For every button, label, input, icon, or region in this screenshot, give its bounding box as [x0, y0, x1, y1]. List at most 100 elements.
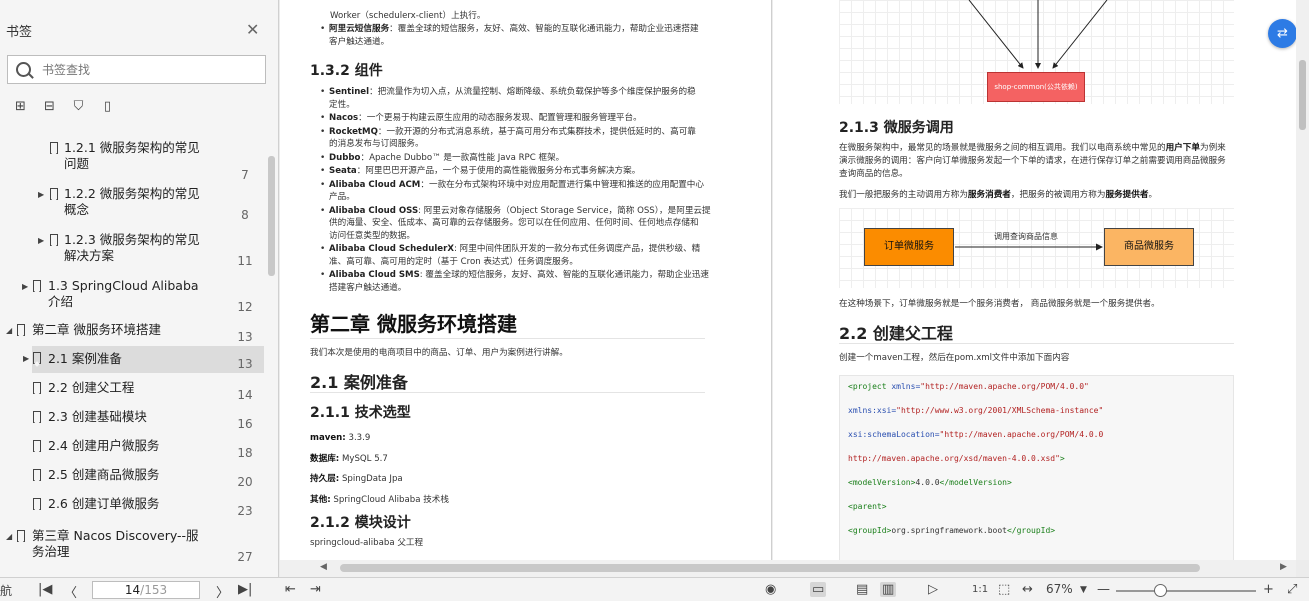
scrollbar-thumb[interactable] [1299, 60, 1306, 130]
bookmark-icon [33, 352, 41, 364]
bookmark-page: 13 [237, 357, 253, 371]
subsection-heading: 2.1.3 微服务调用 [839, 120, 954, 136]
bookmark-icon[interactable]: ▯ [99, 98, 116, 115]
tech-list: maven: 3.3.9 数据库: MySQL 5.7 持久层: SpingDa… [310, 428, 449, 510]
expand-all-icon[interactable]: ⊞ [12, 98, 29, 115]
actual-size-icon[interactable]: 1:1 [972, 584, 988, 595]
expand-arrow-icon[interactable]: ▶ [38, 190, 44, 199]
page-number-input[interactable]: 14/153 [92, 581, 200, 599]
bookmark-item-selected[interactable]: ▶ 2.1 案例准备 13 [23, 346, 264, 373]
play-icon[interactable]: ▷ [928, 582, 938, 597]
bookmark-item[interactable]: 2.4 创建用户微服务 18 [0, 438, 264, 462]
close-icon[interactable]: ✕ [246, 20, 259, 39]
list-item: Alibaba Cloud OSS: 阿里云对象存储服务（Object Stor… [320, 205, 750, 243]
bookmark-icon [17, 324, 25, 336]
collapse-all-icon[interactable]: ⊟ [41, 98, 58, 115]
scroll-left-icon[interactable]: ◀ [320, 562, 327, 572]
scrollbar-thumb[interactable] [340, 564, 1200, 572]
bookmark-page: 16 [237, 417, 253, 431]
fit-page-icon[interactable]: ⬚ [998, 582, 1010, 597]
back-icon[interactable]: ⇤ [285, 582, 296, 597]
bookmark-item[interactable]: 2.6 创建订单微服务 23 [0, 496, 264, 520]
bookmark-item[interactable]: 2.5 创建商品微服务 20 [0, 467, 264, 491]
status-toolbar: 航 |◀ 〈 14/153 〉 ▶| ⇤ ⇥ ◉ ▭ ▤ ▥ ▷ 1:1 ⬚ ↔… [0, 577, 1309, 601]
scrollbar-thumb[interactable] [268, 156, 275, 276]
list-item: Alibaba Cloud SMS: 覆盖全球的短信服务，友好、高效、智能的互联… [320, 269, 750, 294]
shop-common-box: shop-common(公共依赖) [987, 72, 1085, 102]
expand-arrow-icon[interactable]: ▶ [38, 236, 44, 245]
bookmark-item[interactable]: 1.2.1 微服务架构的常见 问题 7 [0, 140, 264, 182]
bookmark-page: 12 [237, 300, 253, 314]
bookmark-item[interactable]: 2.3 创建基础模块 16 [0, 409, 264, 433]
nav-label: 航 [0, 584, 13, 598]
document-viewport[interactable]: Worker（schedulerx-client）上执行。 阿里云短信服务：覆盖… [280, 0, 1296, 560]
code-line: <parent> [848, 502, 887, 511]
search-icon [16, 62, 31, 77]
next-page-icon[interactable]: 〉 [216, 582, 229, 601]
horizontal-scrollbar[interactable]: ◀ ▶ [280, 560, 1296, 577]
collapse-arrow-icon[interactable]: ◢ [6, 326, 12, 335]
bookmark-page: 11 [237, 254, 253, 268]
forward-icon[interactable]: ⇥ [310, 582, 321, 597]
divider [310, 338, 705, 339]
bookmark-label: 2.5 创建商品微服务 [48, 467, 160, 482]
code-line: http://maven.apache.org/xsd/maven-4.0.0.… [848, 454, 1065, 463]
two-page-icon[interactable]: ▥ [880, 582, 897, 597]
list-item: 阿里云短信服务：覆盖全球的短信服务，友好、高效、智能的互联化通讯能力，帮助企业迅… [320, 23, 750, 48]
expand-arrow-icon[interactable]: ▶ [23, 354, 29, 363]
component-list: Sentinel：把流量作为切入点，从流量控制、熔断降级、系统负载保护等多个维度… [320, 86, 750, 295]
list-item: Dubbo：Apache Dubbo™ 是一款高性能 Java RPC 框架。 [320, 152, 750, 165]
section-heading: 1.3.2 组件 [310, 63, 383, 79]
bookmark-sidebar: 书签 ✕ ⊞ ⊟ ⛉ ▯ 1.2.1 微服务架构的常见 问题 7 ▶ 1.2.2… [0, 0, 279, 577]
bookmark-label: 2.3 创建基础模块 [48, 409, 147, 424]
bookmark-page: 20 [237, 475, 253, 489]
list-item: Nacos：一个更易于构建云原生应用的动态服务发现、配置管理和服务管理平台。 [320, 112, 750, 125]
add-bookmark-icon[interactable]: ⛉ [70, 98, 87, 115]
paragraph: 我们一般把服务的主动调用方称为服务消费者，把服务的被调用方称为服务提供者。 [839, 190, 1158, 200]
fit-width-icon[interactable]: ↔ [1022, 582, 1033, 597]
tech-row: 持久层: SpingData Jpa [310, 474, 403, 484]
first-page-icon[interactable]: |◀ [38, 582, 52, 597]
bullet-list: 阿里云短信服务：覆盖全球的短信服务，友好、高效、智能的互联化通讯能力，帮助企业迅… [320, 23, 750, 49]
bookmark-item[interactable]: ▶ 1.2.2 微服务架构的常见 概念 8 [0, 186, 264, 226]
list-item: RocketMQ：一款开源的分布式消息系统，基于高可用分布式集群技术，提供低延时… [320, 126, 750, 151]
bookmark-label: 务治理 [32, 544, 70, 559]
code-line: <modelVersion>4.0.0</modelVersion> [848, 478, 1012, 487]
scroll-right-icon[interactable]: ▶ [1280, 562, 1287, 572]
paragraph: 在这种场景下，订单微服务就是一个服务消费者， 商品微服务就是一个服务提供者。 [839, 299, 1160, 309]
last-page-icon[interactable]: ▶| [238, 582, 252, 597]
code-line: <groupId>org.springframework.boot</group… [848, 526, 1056, 535]
collapse-arrow-icon[interactable]: ◢ [6, 532, 12, 541]
bookmark-item[interactable]: ▶ 1.2.3 微服务架构的常见 解决方案 11 [0, 232, 264, 272]
bookmark-item[interactable]: ◢ 第三章 Nacos Discovery--服 务治理 27 [0, 528, 264, 568]
prev-page-icon[interactable]: 〈 [64, 582, 77, 601]
bookmark-item[interactable]: ▶ 1.3 SpringCloud Alibaba 介绍 12 [0, 278, 264, 318]
tech-row: 其他: SpringCloud Alibaba 技术栈 [310, 494, 449, 505]
bookmark-item[interactable]: 2.2 创建父工程 14 [0, 380, 264, 404]
zoom-level[interactable]: 67% [1046, 582, 1073, 596]
fullscreen-icon[interactable]: ⤢ [1287, 582, 1297, 597]
bookmark-label: 2.1 案例准备 [48, 351, 122, 366]
zoom-out-icon[interactable]: — [1097, 582, 1110, 597]
code-line: <project xmlns="http://maven.apache.org/… [848, 382, 1089, 391]
translate-floating-button[interactable]: ⇄ [1268, 19, 1297, 48]
zoom-dropdown-icon[interactable]: ▼ [1080, 585, 1087, 595]
expand-arrow-icon[interactable]: ▶ [22, 282, 28, 291]
bookmark-page: 8 [241, 208, 249, 222]
eye-mode-icon[interactable]: ◉ [765, 582, 776, 597]
single-page-icon[interactable]: ▭ [810, 582, 827, 597]
bookmark-search-input[interactable] [42, 61, 252, 79]
vertical-scrollbar[interactable] [1296, 0, 1309, 560]
bookmark-page: 7 [241, 168, 249, 182]
bookmark-search[interactable] [7, 55, 266, 84]
zoom-slider[interactable] [1116, 590, 1256, 592]
bookmark-page: 27 [237, 550, 253, 564]
text-line: Worker（schedulerx-client）上执行。 [330, 11, 486, 21]
paragraph: Worker（schedulerx-client）上执行。 [330, 10, 750, 23]
bookmark-page: 14 [237, 388, 253, 402]
continuous-page-icon[interactable]: ▤ [856, 582, 868, 597]
zoom-slider-handle[interactable] [1154, 584, 1167, 597]
zoom-in-icon[interactable]: + [1263, 582, 1274, 597]
sidebar-scrollbar[interactable] [266, 134, 276, 574]
bookmark-item[interactable]: ◢ 第二章 微服务环境搭建 13 [0, 322, 264, 346]
